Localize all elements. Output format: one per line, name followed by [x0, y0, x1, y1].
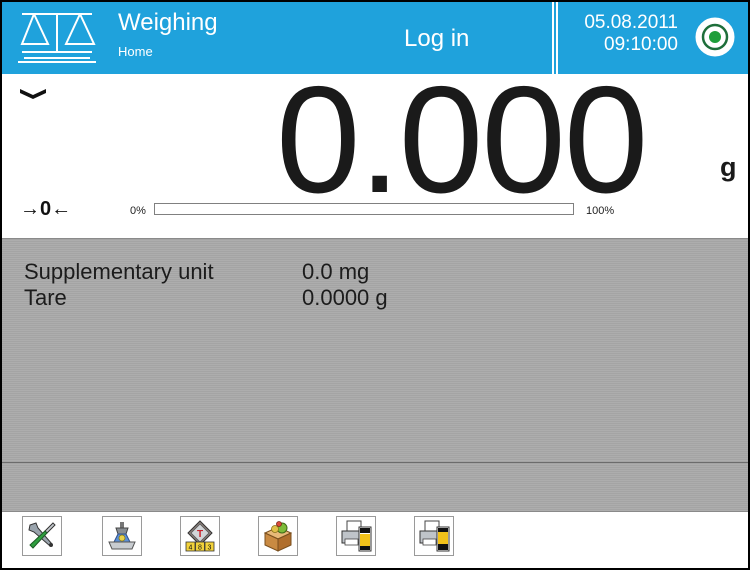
settings-tools-icon	[28, 522, 56, 549]
tare-button[interactable]	[102, 516, 142, 556]
tare-weight-icon	[108, 522, 136, 550]
svg-text:8: 8	[198, 545, 202, 552]
time-text: 09:10:00	[604, 34, 678, 55]
manual-tare-button[interactable]: T 4 8 3	[180, 516, 220, 556]
datetime-display: 05.08.2011 09:10:00	[558, 12, 678, 56]
info-value: 0.0 mg	[302, 259, 370, 284]
svg-text:4: 4	[189, 545, 193, 552]
print-header-button[interactable]	[336, 516, 376, 556]
manual-tare-keypad-icon: T 4 8 3	[185, 520, 215, 552]
print-footer-button[interactable]	[414, 516, 454, 556]
svg-text:T: T	[197, 529, 203, 540]
info-panel: Supplementary unit 0.0 mg Tare 0.0000 g	[2, 238, 748, 463]
page-subtitle: Home	[118, 44, 153, 59]
info-label: Tare	[24, 285, 67, 310]
print-header-icon	[341, 520, 372, 552]
settings-button[interactable]	[22, 516, 62, 556]
print-footer-icon	[419, 520, 450, 552]
page-title: Weighing	[118, 9, 218, 36]
info-label: Supplementary unit	[24, 259, 214, 284]
weight-unit: g	[720, 152, 737, 182]
balance-scale-icon[interactable]	[14, 8, 100, 66]
login-button[interactable]: Log in	[404, 24, 469, 54]
weighing-display: →0← 0.000 g 0% 100%	[2, 60, 748, 238]
range-start-label: 0%	[130, 205, 146, 217]
secondary-info-strip	[2, 463, 748, 512]
product-database-icon	[263, 521, 293, 552]
products-button[interactable]	[258, 516, 298, 556]
balance-screen: Weighing Home Log in 05.08.2011 09:10:00…	[2, 2, 748, 568]
title-block: Weighing Home	[118, 10, 218, 60]
info-row-supplementary-unit: Supplementary unit 0.0 mg	[24, 259, 369, 285]
bottom-toolbar: T 4 8 3	[2, 512, 748, 568]
info-row-tare: Tare 0.0000 g	[24, 285, 388, 311]
range-end-label: 100%	[586, 205, 615, 217]
svg-text:3: 3	[208, 545, 212, 552]
zero-indicator: →0←	[20, 198, 72, 220]
record-status-icon[interactable]	[694, 16, 736, 58]
stability-marker-icon	[20, 86, 46, 104]
info-value: 0.0000 g	[302, 285, 388, 310]
date-text: 05.08.2011	[584, 12, 678, 33]
weight-value: 0.000	[276, 55, 648, 225]
load-bargraph	[154, 203, 574, 215]
